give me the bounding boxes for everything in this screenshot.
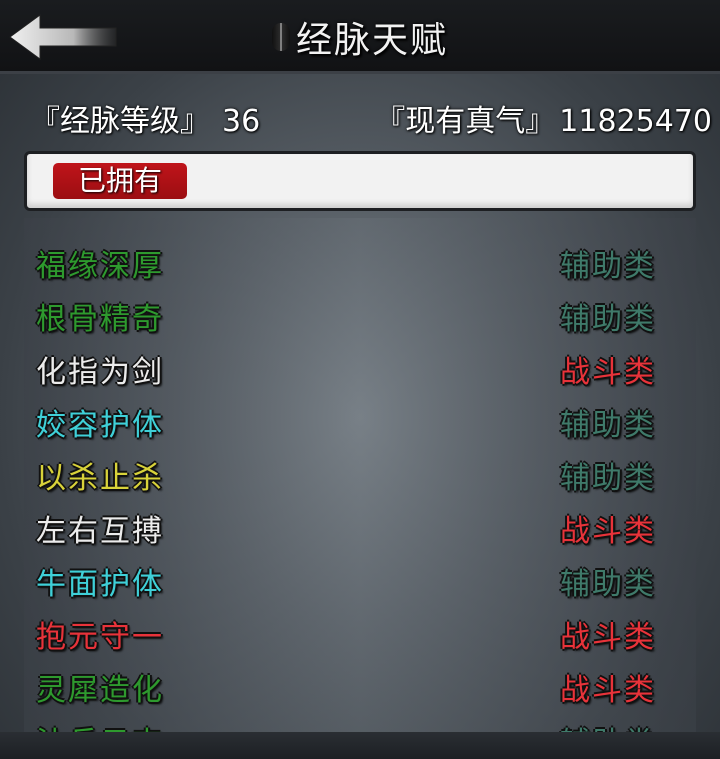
top-bar: 经脉天赋 [0,0,720,74]
current-qi-value: 11825470 [559,104,712,139]
list-item[interactable]: 以杀止杀 辅助类 [24,448,696,501]
meridian-level: 『经脉等级』 36 [30,96,260,140]
tab-owned[interactable]: 已拥有 [53,163,187,199]
list-item[interactable]: 灵犀造化 战斗类 [24,660,696,713]
exclamation-icon [271,23,290,51]
title-area: 经脉天赋 [0,0,720,74]
talent-name: 以杀止杀 [36,461,164,496]
talent-type: 辅助类 [560,461,656,496]
list-item[interactable]: 沐兵云志 辅助类 [24,713,696,732]
list-item[interactable]: 化指为剑 战斗类 [24,342,696,395]
talent-type: 辅助类 [560,408,656,443]
talent-name: 沐兵云志 [36,718,164,732]
talent-name: 福缘深厚 [36,249,164,284]
talent-name: 抱元守一 [36,620,164,655]
page-title: 经脉天赋 [295,20,448,61]
current-qi-label: 『现有真气』 [375,104,556,139]
talent-name: 牛面护体 [36,567,164,602]
list-item[interactable]: 姣容护体 辅助类 [24,395,696,448]
talent-screen: 经脉天赋 『经脉等级』 36 『现有真气』 11825470 已拥有 福缘深厚 辅助… [0,0,720,759]
talent-type: 辅助类 [560,249,656,284]
stats-row: 『经脉等级』 36 『现有真气』 11825470 [0,92,720,140]
talent-name: 根骨精奇 [36,302,164,337]
bottom-bar [0,732,720,759]
tab-bar: 已拥有 [24,151,696,211]
list-item[interactable]: 根骨精奇 辅助类 [24,289,696,342]
talent-type: 辅助类 [560,302,656,337]
talent-name: 左右互搏 [36,514,164,549]
talent-type: 战斗类 [560,620,656,655]
meridian-level-value: 36 [222,104,261,139]
talent-type: 辅助类 [560,718,656,732]
meridian-level-label: 『经脉等级』 [30,104,210,139]
talent-name: 灵犀造化 [36,673,164,708]
talent-type: 辅助类 [560,567,656,602]
list-item[interactable]: 牛面护体 辅助类 [24,554,696,607]
talent-name: 化指为剑 [36,355,164,390]
list-item[interactable]: 福缘深厚 辅助类 [24,236,696,289]
talent-name: 姣容护体 [36,408,164,443]
current-qi: 『现有真气』 11825470 [375,96,712,140]
talent-type: 战斗类 [560,514,656,549]
list-item[interactable]: 抱元守一 战斗类 [24,607,696,660]
talent-list[interactable]: 福缘深厚 辅助类 根骨精奇 辅助类 化指为剑 战斗类 姣容护体 辅助类 以杀止杀… [24,218,696,732]
list-item[interactable]: 左右互搏 战斗类 [24,501,696,554]
talent-type: 战斗类 [560,355,656,390]
talent-type: 战斗类 [560,673,656,708]
